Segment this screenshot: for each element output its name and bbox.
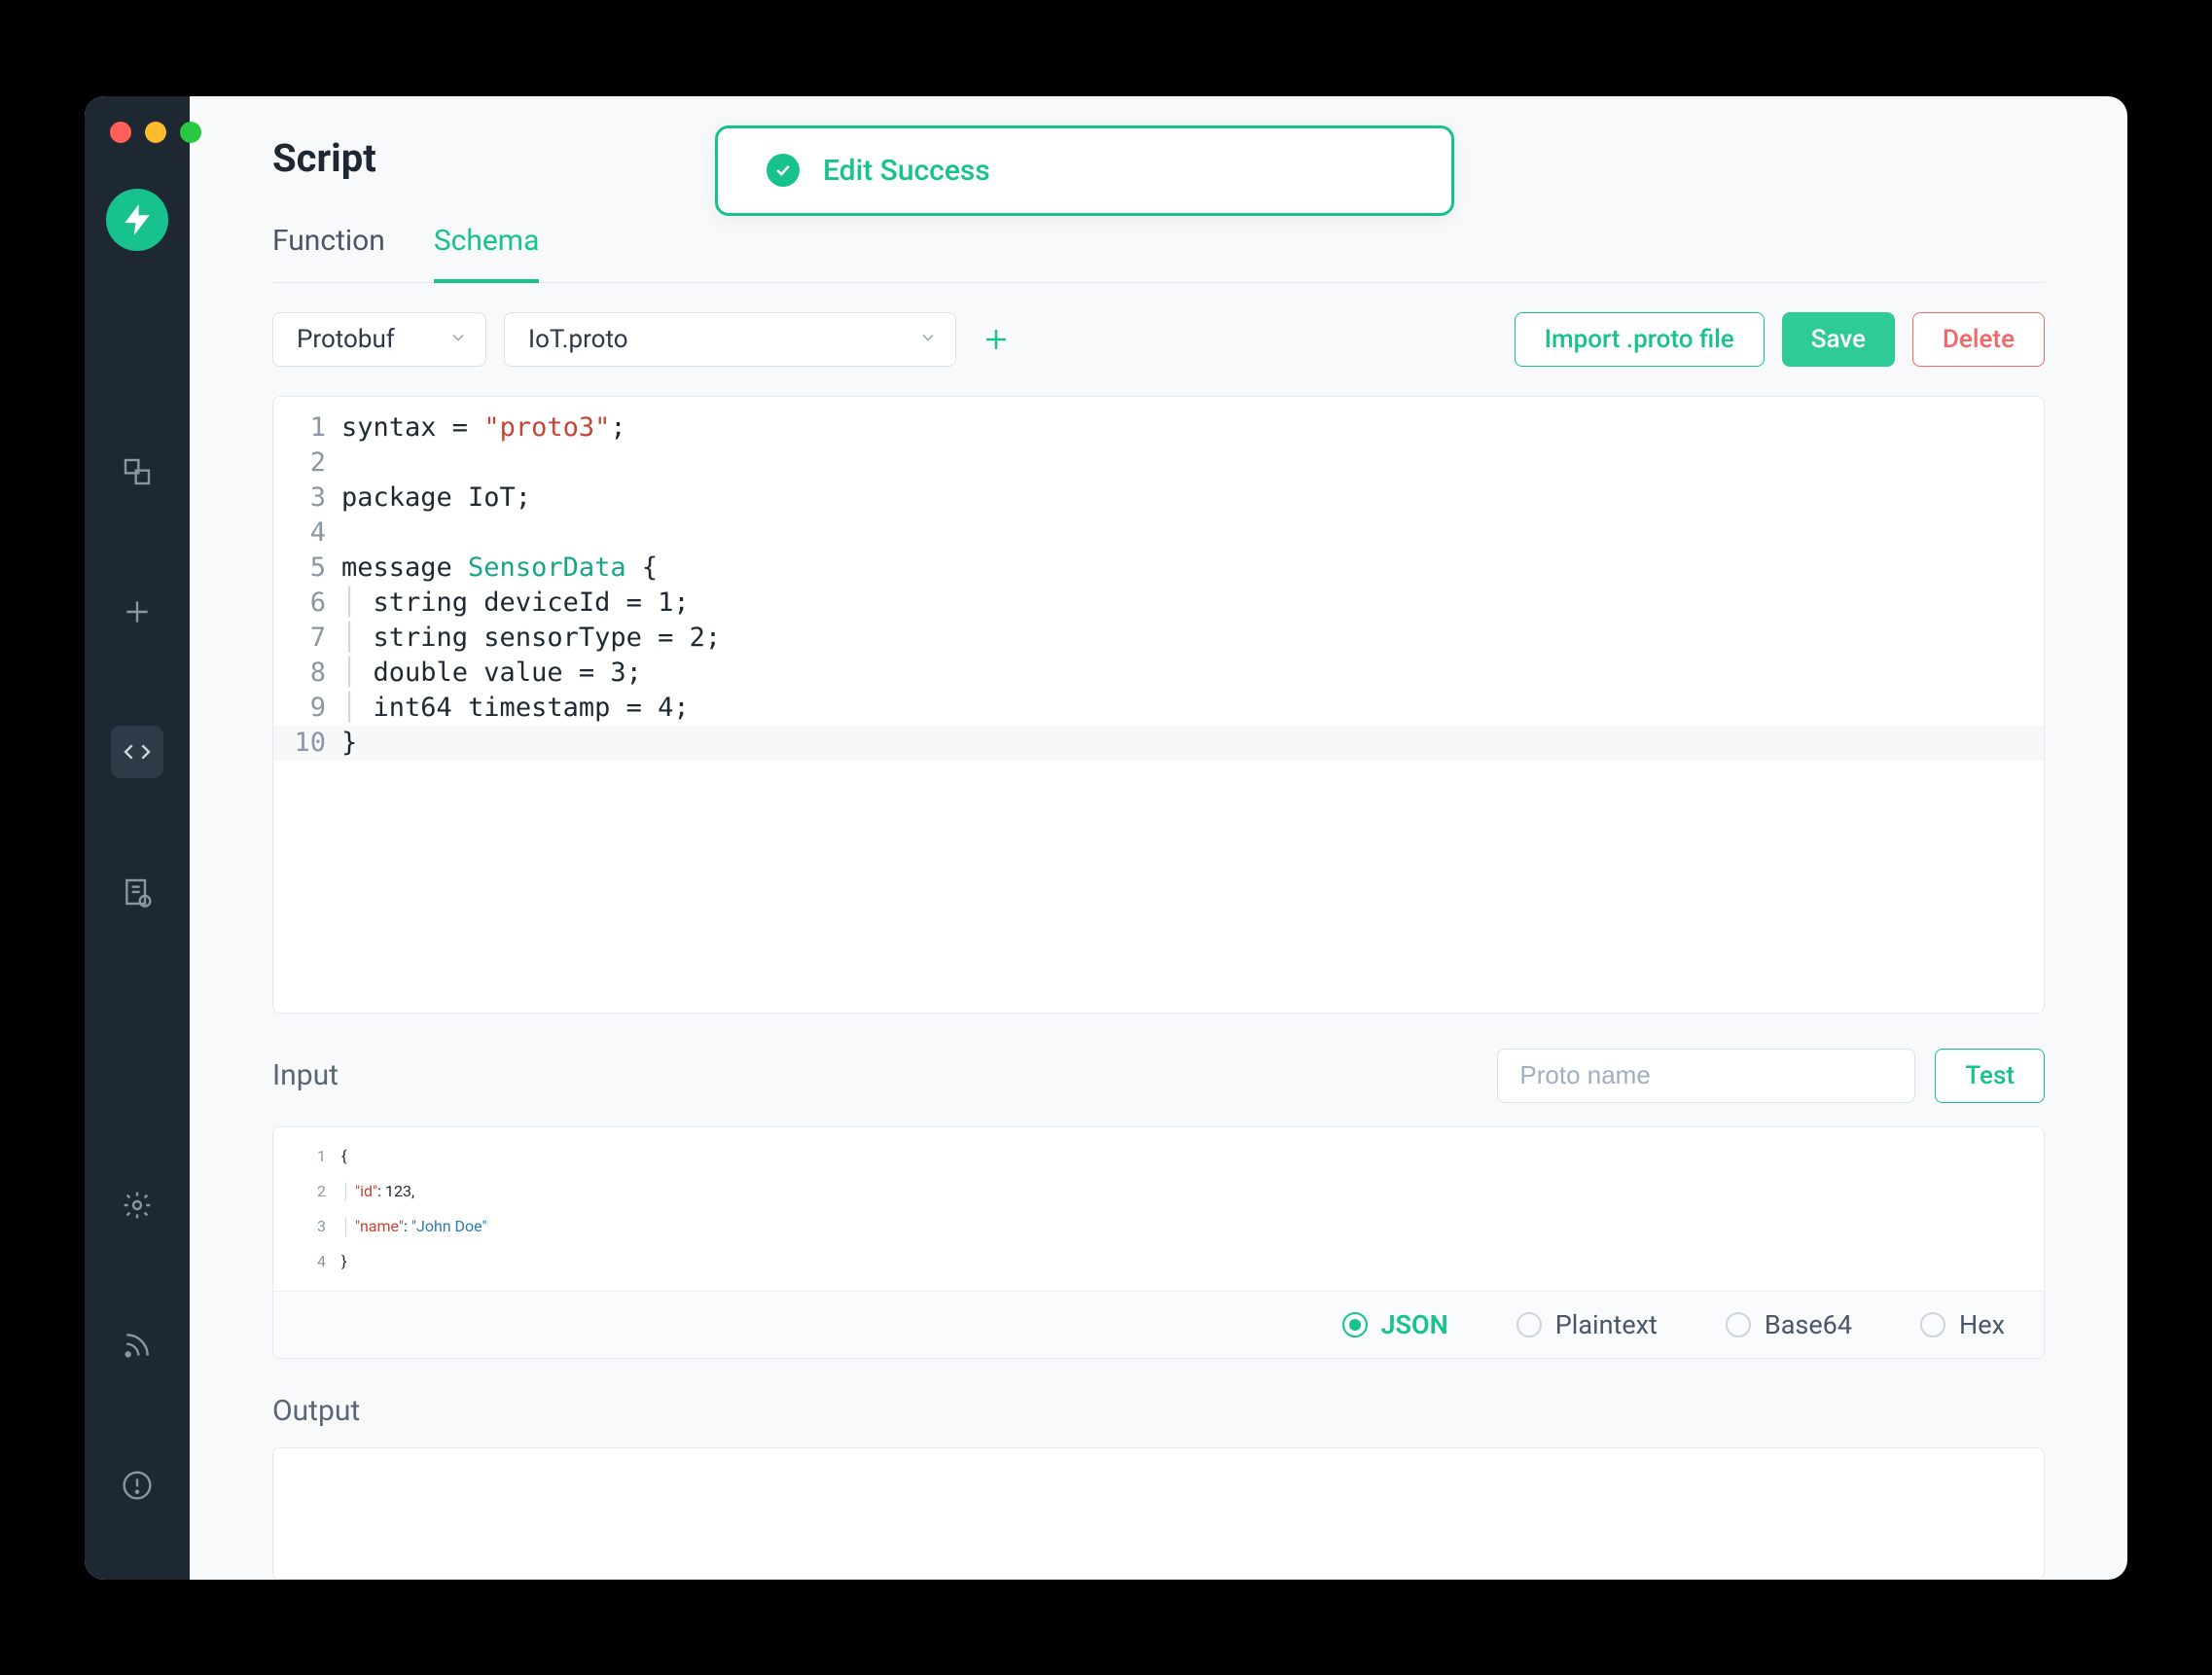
success-toast: Edit Success	[715, 125, 1454, 216]
format-radio-plaintext[interactable]: Plaintext	[1516, 1309, 1658, 1340]
code-line: 4}	[273, 1244, 2044, 1279]
test-button[interactable]: Test	[1935, 1049, 2045, 1103]
format-radio-group: JSON Plaintext Base64 Hex	[273, 1291, 2044, 1358]
toast-message: Edit Success	[823, 154, 990, 188]
input-editor: 1{2│ "id": 123,3│ "name": "John Doe"4} J…	[272, 1126, 2045, 1359]
input-code[interactable]: 1{2│ "id": 123,3│ "name": "John Doe"4}	[273, 1127, 2044, 1291]
sidebar-item-script[interactable]	[111, 726, 163, 778]
code-line: 2	[273, 445, 2044, 481]
tab-schema[interactable]: Schema	[434, 216, 540, 283]
window-close-button[interactable]	[110, 122, 131, 143]
tabs: Function Schema	[272, 216, 2045, 283]
file-select[interactable]: IoT.proto	[504, 312, 956, 367]
output-label: Output	[272, 1394, 360, 1428]
window-zoom-button[interactable]	[180, 122, 201, 143]
sidebar-item-new[interactable]	[111, 586, 163, 638]
code-line: 10}	[273, 726, 2044, 761]
delete-button[interactable]: Delete	[1912, 312, 2045, 367]
input-label: Input	[272, 1058, 339, 1092]
code-line: 4	[273, 516, 2044, 551]
window-controls	[110, 122, 201, 143]
toolbar: Protobuf IoT.proto Import .proto file Sa…	[272, 283, 2045, 396]
format-radio-base64[interactable]: Base64	[1726, 1309, 1852, 1340]
sidebar-item-feed[interactable]	[111, 1319, 163, 1372]
code-line: 1syntax = "proto3";	[273, 410, 2044, 445]
code-line: 2│ "id": 123,	[273, 1174, 2044, 1209]
sidebar-item-settings[interactable]	[111, 1179, 163, 1231]
code-line: 3package IoT;	[273, 481, 2044, 516]
code-line: 8│ double value = 3;	[273, 656, 2044, 691]
sidebar	[85, 96, 190, 1580]
code-line: 5message SensorData {	[273, 551, 2044, 586]
code-line: 3│ "name": "John Doe"	[273, 1209, 2044, 1244]
sidebar-item-logs[interactable]	[111, 866, 163, 918]
schema-type-value: Protobuf	[297, 325, 395, 354]
save-button[interactable]: Save	[1782, 312, 1895, 367]
code-line: 7│ string sensorType = 2;	[273, 621, 2044, 656]
check-circle-icon	[767, 154, 800, 187]
chevron-down-icon	[918, 325, 938, 354]
schema-type-select[interactable]: Protobuf	[272, 312, 486, 367]
sidebar-item-help[interactable]	[111, 1459, 163, 1512]
proto-name-input[interactable]	[1497, 1049, 1915, 1103]
chevron-down-icon	[448, 325, 468, 354]
app-logo	[106, 189, 168, 251]
format-radio-hex[interactable]: Hex	[1920, 1309, 2005, 1340]
schema-editor[interactable]: 1syntax = "proto3";23package IoT;45messa…	[272, 396, 2045, 1014]
import-button[interactable]: Import .proto file	[1515, 312, 1765, 367]
add-file-button[interactable]	[974, 317, 1018, 362]
tab-function[interactable]: Function	[272, 216, 385, 283]
code-line: 6│ string deviceId = 1;	[273, 586, 2044, 621]
format-radio-json[interactable]: JSON	[1342, 1309, 1448, 1340]
code-line: 9│ int64 timestamp = 4;	[273, 691, 2044, 726]
output-box	[272, 1447, 2045, 1580]
app-window: Script Edit Success FunctionSchema Proto…	[85, 96, 2127, 1580]
main-content: Script Edit Success FunctionSchema Proto…	[190, 96, 2127, 1580]
sidebar-item-connections[interactable]	[111, 445, 163, 498]
file-select-value: IoT.proto	[528, 325, 628, 354]
code-line: 1{	[273, 1139, 2044, 1174]
window-minimize-button[interactable]	[145, 122, 166, 143]
